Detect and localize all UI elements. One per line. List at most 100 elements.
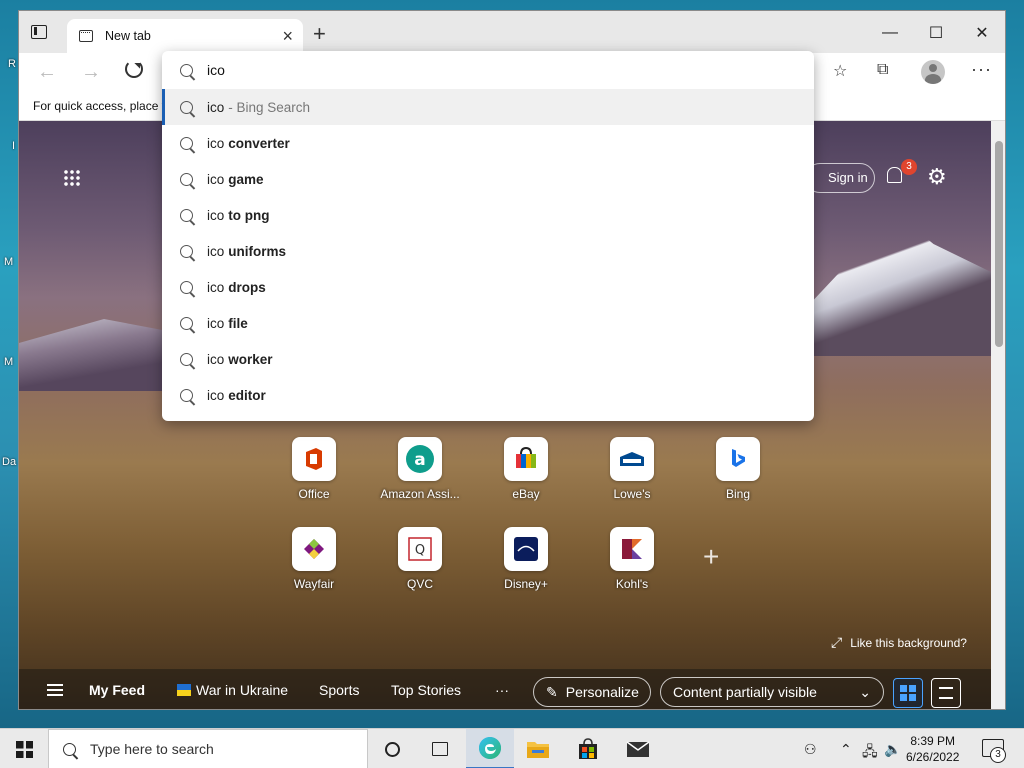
content-visibility-dropdown[interactable]: Content partially visible ⌄ [660, 677, 884, 707]
taskbar-search-box[interactable]: Type here to search [48, 729, 368, 768]
volume-icon[interactable]: 🔈 [884, 741, 901, 758]
quick-link-label: Office [298, 487, 330, 501]
office-logo-icon [292, 437, 336, 481]
scrollbar-thumb[interactable] [995, 141, 1003, 347]
quick-link-lowes[interactable]: Lowe's [587, 437, 677, 501]
tab-war-in-ukraine[interactable]: War in Ukraine [177, 682, 288, 698]
svg-text:a: a [414, 450, 425, 470]
suggestion-completion: editor [228, 387, 266, 403]
like-background-link[interactable]: ⤢ Like this background? [831, 634, 967, 651]
search-icon [180, 388, 193, 402]
search-icon [63, 742, 76, 756]
favorites-icon[interactable]: ☆ [833, 61, 847, 81]
suggestion-item[interactable]: ico uniforms [162, 233, 814, 269]
quick-link-office[interactable]: Office [269, 437, 359, 501]
desktop-icon-label[interactable]: I [12, 140, 15, 152]
gear-icon[interactable]: ⚙ [927, 164, 947, 190]
add-quick-link-button[interactable]: + [703, 541, 719, 573]
suggestion-query: ico [207, 387, 225, 403]
clock-date: 6/26/2022 [906, 750, 960, 764]
taskbar-app-store[interactable] [564, 729, 612, 768]
search-icon [180, 316, 193, 330]
search-icon [180, 244, 193, 258]
hamburger-menu-icon[interactable] [47, 684, 63, 696]
quick-link-disney-plus[interactable]: Disney+ [481, 527, 571, 591]
minimize-button[interactable]: — [867, 19, 913, 47]
sign-in-button[interactable]: Sign in [805, 163, 875, 193]
more-options-icon[interactable]: ··· [971, 59, 992, 80]
suggestion-completion: drops [228, 279, 266, 295]
desktop-icon-label[interactable]: M [4, 256, 13, 268]
feed-tab-label: War in Ukraine [196, 682, 289, 698]
cortana-button[interactable] [368, 729, 416, 768]
personalize-button[interactable]: ✎ Personalize [533, 677, 651, 707]
taskbar-app-edge[interactable] [466, 729, 514, 768]
close-window-button[interactable]: ✕ [959, 19, 1005, 47]
more-tabs-button[interactable]: ··· [495, 682, 509, 698]
quick-link-amazon-assistant[interactable]: a Amazon Assi... [375, 437, 465, 501]
expand-icon: ⤢ [831, 634, 843, 650]
quick-link-label: Amazon Assi... [380, 487, 460, 501]
suggestion-item[interactable]: ico drops [162, 269, 814, 305]
quick-link-label: Kohl's [615, 577, 649, 591]
quick-link-kohls[interactable]: Kohl's [587, 527, 677, 591]
taskbar-search-placeholder: Type here to search [90, 741, 214, 757]
suggestion-query: ico [207, 351, 225, 367]
collections-icon[interactable]: ⧉ [877, 61, 888, 79]
grid-icon [900, 685, 916, 701]
desktop-icon-label[interactable]: Da [2, 456, 16, 468]
suggestion-item[interactable]: ico - Bing Search [162, 89, 814, 125]
close-tab-icon[interactable]: × [282, 27, 293, 45]
desktop-icon-label[interactable]: R [8, 58, 16, 70]
search-icon [180, 100, 193, 114]
quick-link-bing[interactable]: Bing [693, 437, 783, 501]
suggestion-item[interactable]: ico to png [162, 197, 814, 233]
disney-plus-logo-icon [504, 527, 548, 571]
network-icon[interactable]: 🖧 [862, 741, 878, 765]
app-launcher-icon[interactable] [63, 169, 81, 187]
maximize-button[interactable]: ☐ [913, 19, 959, 47]
desktop-icon-label[interactable]: M [4, 356, 13, 368]
suggestion-item[interactable]: ico converter [162, 125, 814, 161]
suggestion-item[interactable]: ico file [162, 305, 814, 341]
forward-arrow-icon[interactable]: → [81, 61, 101, 84]
people-icon[interactable]: ⚇ [804, 741, 817, 758]
grid-view-button[interactable] [893, 678, 923, 708]
notification-badge: 3 [901, 159, 917, 175]
quick-link-wayfair[interactable]: Wayfair [269, 527, 359, 591]
refresh-icon[interactable] [125, 60, 143, 78]
new-tab-button[interactable]: + [313, 21, 326, 47]
address-input[interactable] [207, 62, 787, 78]
quick-link-label: QVC [406, 577, 433, 591]
tab-sports[interactable]: Sports [319, 682, 359, 698]
system-clock[interactable]: 8:39 PM 6/26/2022 [906, 733, 959, 765]
suggestion-item[interactable]: ico game [162, 161, 814, 197]
quick-link-qvc[interactable]: Q QVC [375, 527, 465, 591]
content-visibility-label: Content partially visible [673, 684, 817, 700]
search-icon [180, 352, 193, 366]
profile-avatar[interactable] [921, 60, 945, 84]
svg-text:Q: Q [415, 543, 425, 558]
tab-top-stories[interactable]: Top Stories [391, 682, 461, 698]
tab-actions-icon[interactable] [31, 25, 47, 39]
list-icon [939, 687, 953, 699]
pencil-icon: ✎ [546, 684, 558, 700]
back-arrow-icon[interactable]: ← [37, 61, 57, 84]
list-view-button[interactable] [931, 678, 961, 708]
suggestion-item[interactable]: ico worker [162, 341, 814, 377]
suggestion-completion: uniforms [228, 243, 287, 259]
chevron-up-icon[interactable]: ⌃ [840, 741, 852, 758]
tab-my-feed[interactable]: My Feed [89, 682, 145, 698]
search-icon [180, 208, 193, 222]
taskbar-app-mail[interactable] [614, 729, 662, 768]
taskbar-app-file-explorer[interactable] [514, 729, 562, 768]
suggestion-query: ico [207, 279, 225, 295]
qvc-logo-icon: Q [398, 527, 442, 571]
lowes-logo-icon [610, 437, 654, 481]
suggestion-item[interactable]: ico editor [162, 377, 814, 413]
windows-start-icon[interactable] [16, 741, 33, 758]
page-scrollbar[interactable] [991, 121, 1005, 709]
tab-new-tab[interactable]: New tab × [67, 19, 303, 53]
quick-link-ebay[interactable]: eBay [481, 437, 571, 501]
task-view-button[interactable] [416, 729, 464, 768]
